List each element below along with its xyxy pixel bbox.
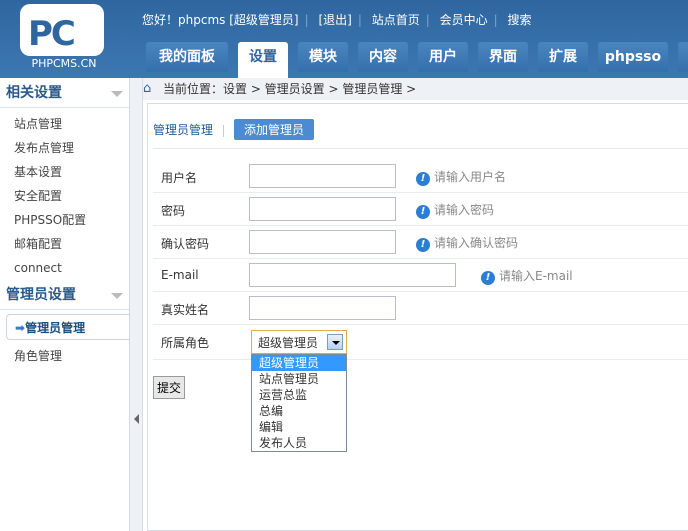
label: 真实姓名 <box>161 303 210 317</box>
role-option[interactable]: 运营总监 <box>252 387 346 403</box>
top-links: 您好！phpcms [超级管理员] | [退出] | 站点首页 | 会员中心 | 搜索 <box>142 13 532 27</box>
search-link[interactable]: 搜索 <box>507 13 531 27</box>
confirm-password-input[interactable] <box>249 230 396 254</box>
breadcrumb: ⌂ 当前位置：设置 > 管理员设置 > 管理员管理 > <box>143 78 688 100</box>
info-icon: ! <box>416 238 430 252</box>
sidebar: 相关设置 站点管理 发布点管理 基本设置 安全配置 PHPSSO配置 邮箱配置 … <box>0 78 130 531</box>
username-input[interactable] <box>249 164 396 188</box>
sidebar-item-security[interactable]: 安全配置 <box>0 184 129 208</box>
email-input[interactable] <box>249 263 456 287</box>
info-icon: ! <box>416 172 430 186</box>
logout-link[interactable]: [退出] <box>318 13 351 27</box>
logo: PC PHPCMS.CN <box>18 4 106 74</box>
label: 确认密码 <box>161 237 210 251</box>
label: E-mail <box>161 268 199 282</box>
sidebar-toggle[interactable] <box>130 78 143 531</box>
sub-nav: 管理员管理 添加管理员 <box>153 119 315 140</box>
home-icon[interactable]: ⌂ <box>143 78 151 100</box>
realname-input[interactable] <box>249 296 396 320</box>
tab-users[interactable]: 用户 <box>418 42 468 72</box>
tab-extensions[interactable]: 扩展 <box>538 42 588 72</box>
sidebar-item-admin-manage[interactable]: ➡管理员管理 <box>6 314 129 340</box>
password-input[interactable] <box>249 197 396 221</box>
hint: ! 请输入E-mail <box>481 267 573 285</box>
label: 用户名 <box>161 171 198 185</box>
tab-modules[interactable]: 模块 <box>298 42 348 72</box>
sidebar-item-connect[interactable]: connect <box>0 256 129 280</box>
role-option[interactable]: 超级管理员 <box>252 355 346 371</box>
sidebar-item-publish-point[interactable]: 发布点管理 <box>0 136 129 160</box>
sidebar-item-phpsso[interactable]: PHPSSO配置 <box>0 208 129 232</box>
collapse-icon <box>111 91 123 97</box>
role-dropdown-list: 超级管理员 站点管理员 运营总监 总编 编辑 发布人员 <box>251 354 347 452</box>
sidebar-item-site[interactable]: 站点管理 <box>0 112 129 136</box>
form-row-password: 密码 ! 请输入密码 <box>153 193 688 226</box>
sidebar-item-basic[interactable]: 基本设置 <box>0 160 129 184</box>
sidebar-item-mail[interactable]: 邮箱配置 <box>0 232 129 256</box>
role-option[interactable]: 站点管理员 <box>252 371 346 387</box>
sidebar-section-related[interactable]: 相关设置 <box>0 78 129 108</box>
label: 密码 <box>161 204 186 218</box>
collapse-icon <box>111 293 123 299</box>
role-option[interactable]: 发布人员 <box>252 435 346 451</box>
tab-interface[interactable]: 界面 <box>478 42 528 72</box>
tab-more[interactable] <box>678 42 688 72</box>
greeting: 您好！phpcms [超级管理员] <box>142 13 299 27</box>
tab-phpsso[interactable]: phpsso <box>598 42 668 72</box>
tab-settings[interactable]: 设置 <box>238 42 288 78</box>
tab-content[interactable]: 内容 <box>358 42 408 72</box>
label: 所属角色 <box>161 336 210 350</box>
sidebar-section-admin[interactable]: 管理员设置 <box>0 280 129 310</box>
submit-button[interactable]: 提交 <box>153 376 185 399</box>
collapse-left-icon <box>134 414 139 424</box>
arrow-right-icon: ➡ <box>15 321 26 335</box>
form-row-role: 所属角色 <box>153 325 688 360</box>
header: PC PHPCMS.CN 您好！phpcms [超级管理员] | [退出] | 站点… <box>0 0 688 78</box>
info-icon: ! <box>481 271 495 285</box>
role-option[interactable]: 编辑 <box>252 419 346 435</box>
sidebar-item-roles[interactable]: 角色管理 <box>0 344 129 368</box>
form-row-confirm-password: 确认密码 ! 请输入确认密码 <box>153 226 688 259</box>
role-option[interactable]: 总编 <box>252 403 346 419</box>
role-select[interactable]: 超级管理员 <box>251 330 347 354</box>
hint: ! 请输入密码 <box>416 201 494 219</box>
add-admin-button[interactable]: 添加管理员 <box>234 119 315 140</box>
member-center-link[interactable]: 会员中心 <box>440 13 488 27</box>
admin-manage-link[interactable]: 管理员管理 <box>153 123 213 137</box>
hint: ! 请输入用户名 <box>416 168 506 186</box>
site-home-link[interactable]: 站点首页 <box>372 13 420 27</box>
content-panel: 管理员管理 添加管理员 用户名 ! 请输入用户名 密码 ! 请输入密码 确认密码 ! 请… <box>147 103 688 531</box>
hint: ! 请输入确认密码 <box>416 234 518 252</box>
chevron-down-icon[interactable] <box>327 334 343 350</box>
form-row-realname: 真实姓名 <box>153 292 688 325</box>
tab-dashboard[interactable]: 我的面板 <box>146 42 228 72</box>
form-row-username: 用户名 ! 请输入用户名 <box>153 160 688 193</box>
info-icon: ! <box>416 205 430 219</box>
form-row-email: E-mail ! 请输入E-mail <box>153 259 688 292</box>
